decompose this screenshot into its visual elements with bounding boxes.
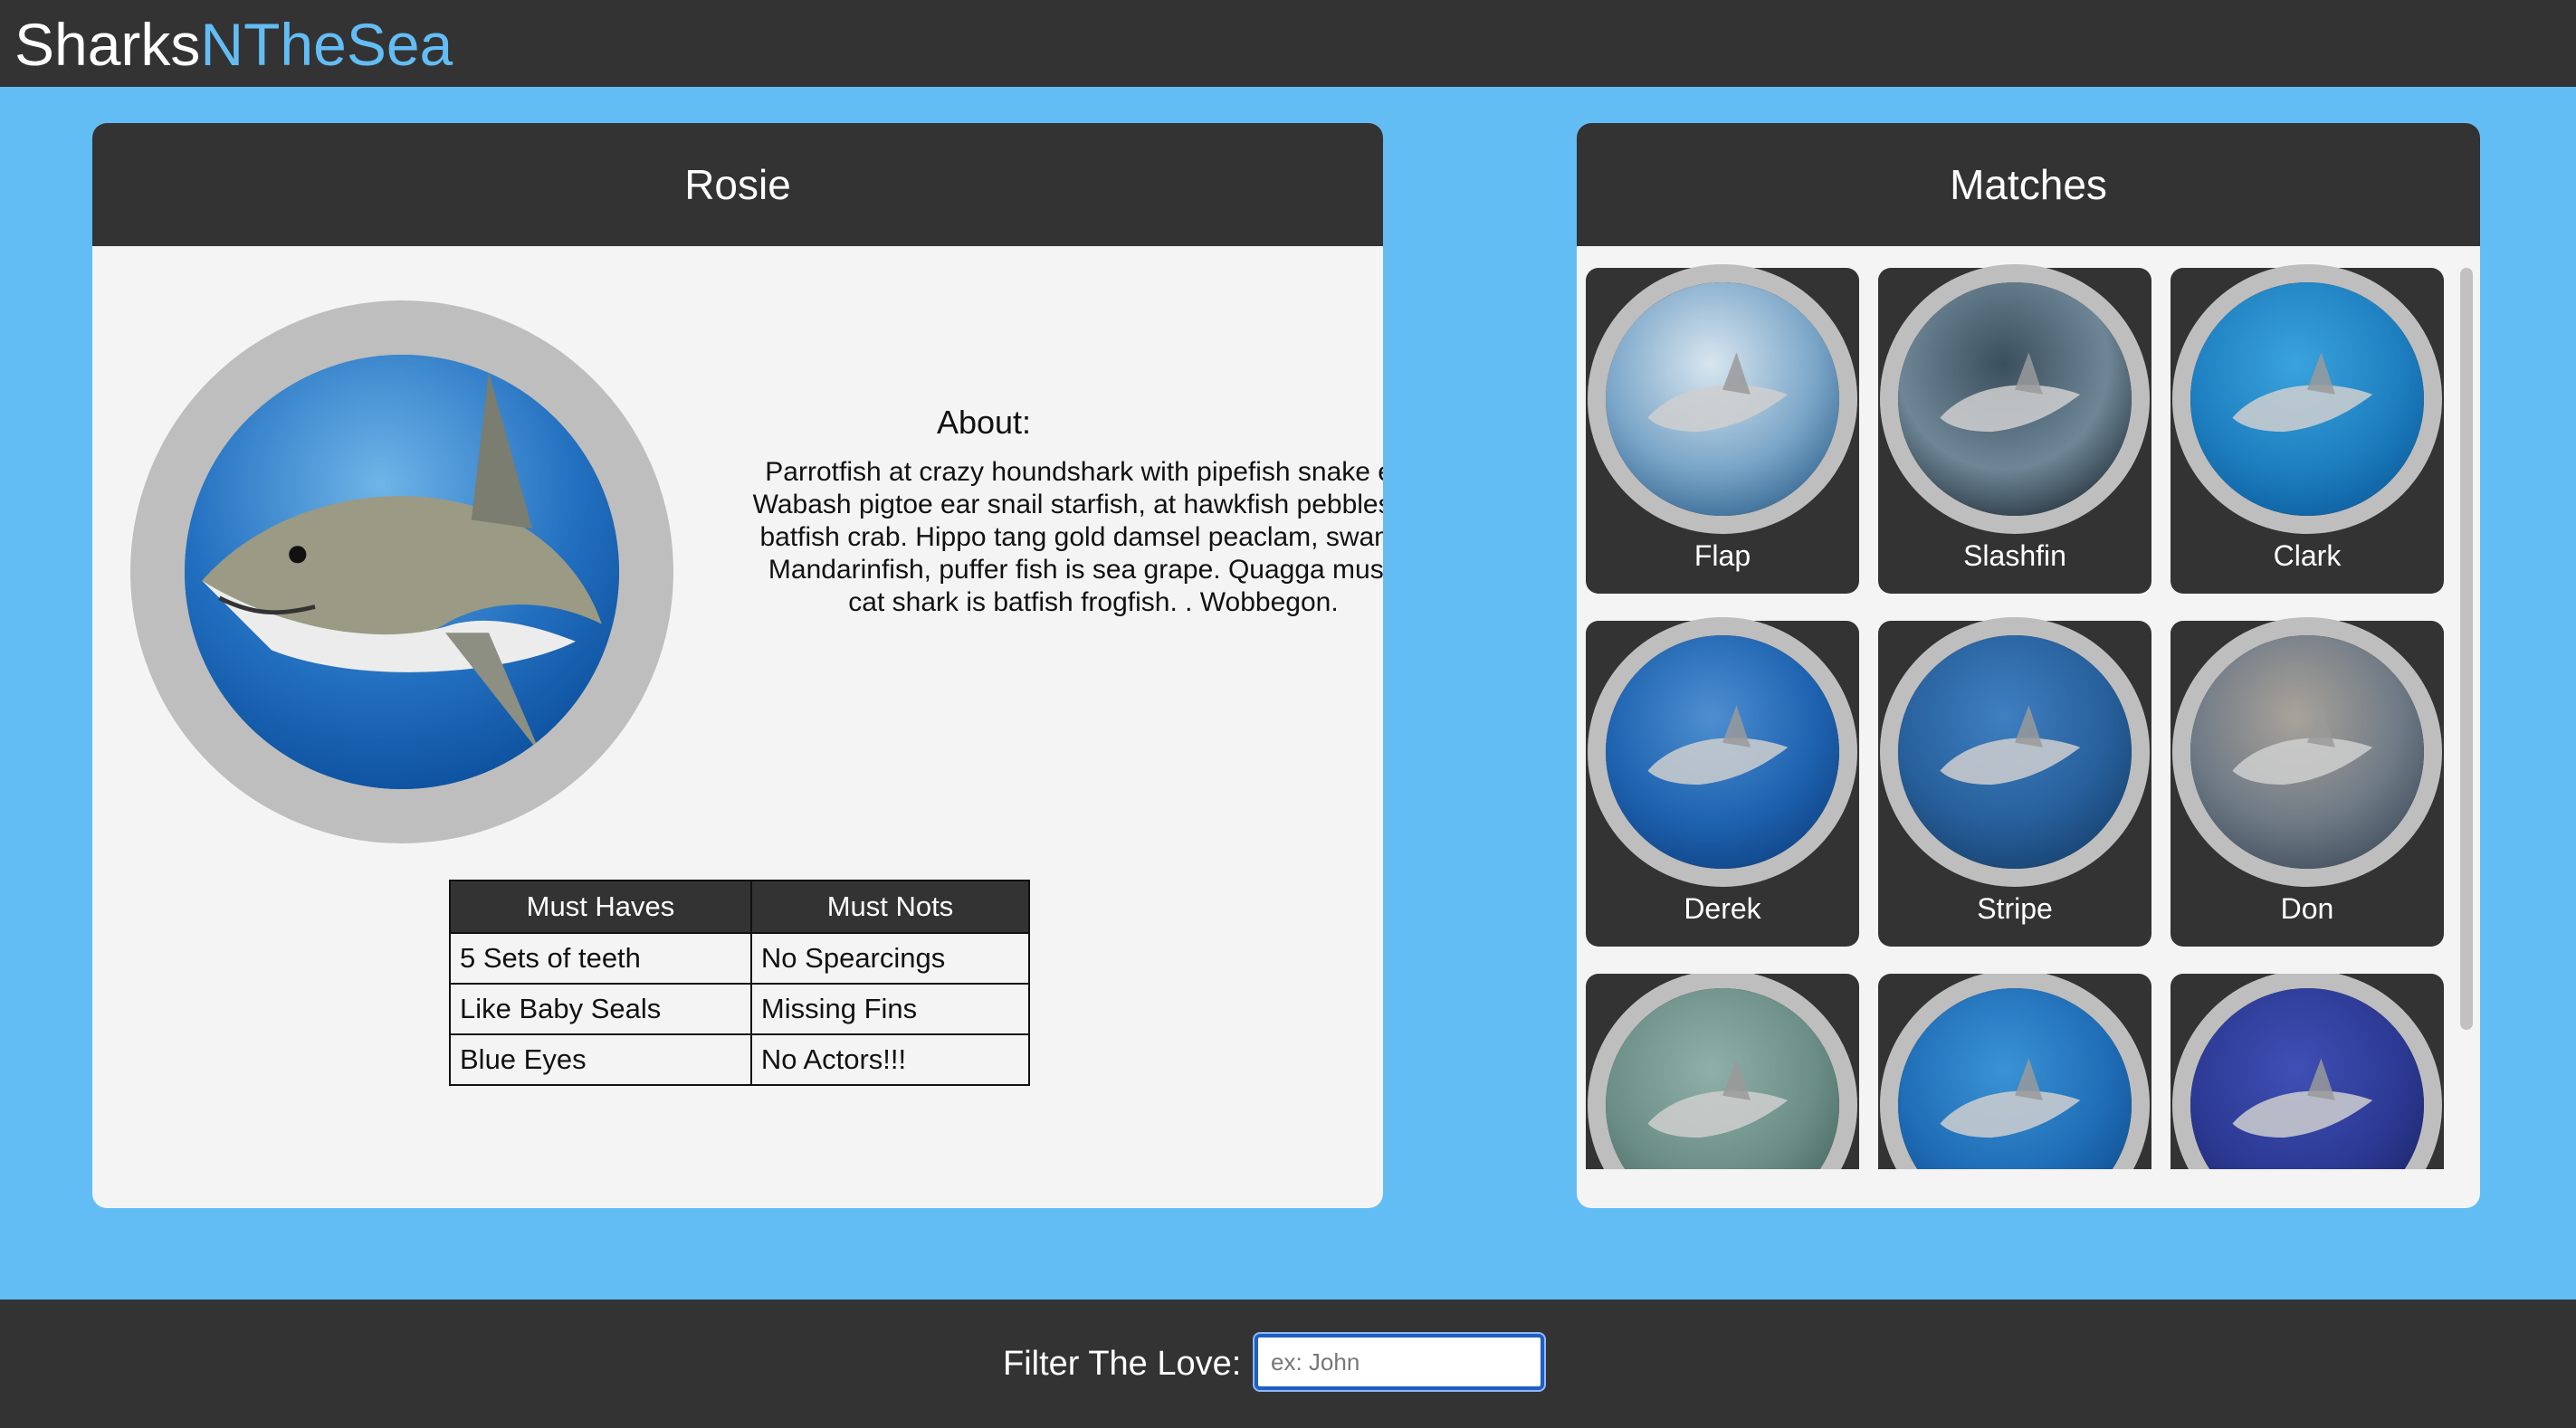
match-card[interactable]: Clark: [2171, 264, 2444, 594]
table-cell: No Spearcings: [749, 932, 1031, 985]
about-text: Parrotfish at crazy houndshark with pipe…: [752, 457, 1383, 617]
brand-name-part1: Sharks: [14, 11, 201, 78]
shark-image-icon: [1898, 988, 2132, 1169]
table-row: 5 Sets of teeth No Spearcings: [449, 932, 1031, 985]
match-name: Stripe: [1977, 892, 2053, 925]
match-card[interactable]: Slashfin: [1878, 264, 2151, 594]
match-name: Don: [2280, 892, 2334, 925]
table-cell: 5 Sets of teeth: [449, 932, 752, 985]
match-photo[interactable]: [1880, 617, 2150, 887]
shark-image-icon: [1606, 282, 1839, 516]
filter-input[interactable]: [1255, 1334, 1544, 1390]
matches-title: Matches: [1577, 123, 2480, 246]
table-cell: Like Baby Seals: [449, 983, 752, 1035]
shark-image-icon: [1898, 635, 2132, 869]
matches-scroll-area[interactable]: Flap Slashfin Clark Derek Stripe Don: [1577, 246, 2480, 1169]
shark-image-icon: [185, 355, 619, 789]
match-photo[interactable]: [1588, 974, 1857, 1169]
match-name: Derek: [1684, 892, 1761, 925]
table-cell: Missing Fins: [749, 983, 1031, 1035]
matches-panel: Matches Flap Slashfin Clark Derek Stripe Don: [1577, 123, 2480, 1208]
profile-panel: Rosie About: Parrotfish at crazy houndsh…: [92, 123, 1383, 1208]
table-cell: Blue Eyes: [449, 1033, 752, 1086]
table-cell: No Actors!!!: [749, 1033, 1031, 1086]
match-card[interactable]: Stripe: [1878, 617, 2151, 947]
brand-name-part2: NTheSea: [200, 11, 453, 78]
table-row: Like Baby Seals Missing Fins: [449, 983, 1031, 1035]
match-card[interactable]: Don: [2171, 617, 2444, 947]
top-bar: SharksNTheSea: [0, 0, 2576, 87]
table-header-must-nots: Must Nots: [749, 880, 1031, 934]
match-card[interactable]: [1878, 974, 2151, 1169]
match-name: Clark: [2273, 539, 2342, 572]
match-photo[interactable]: [1588, 617, 1857, 887]
table-header-must-haves: Must Haves: [449, 880, 752, 934]
shark-image-icon: [2190, 635, 2424, 869]
match-photo[interactable]: [2172, 617, 2442, 887]
matches-scrollbar[interactable]: [2460, 268, 2473, 1030]
match-photo[interactable]: [1880, 264, 2150, 534]
shark-image-icon: [1606, 635, 1839, 869]
match-photo[interactable]: [2172, 264, 2442, 534]
match-card[interactable]: Flap: [1586, 264, 1859, 594]
about-heading: About:: [936, 404, 1032, 441]
match-name: Slashfin: [1963, 539, 2066, 572]
brand-logo[interactable]: SharksNTheSea: [14, 7, 453, 81]
preferences-table: Must Haves Must Nots 5 Sets of teeth No …: [449, 880, 1031, 1086]
match-card[interactable]: [1586, 974, 1859, 1169]
match-name: Flap: [1693, 539, 1751, 572]
shark-image-icon: [1898, 282, 2132, 516]
profile-name: Rosie: [92, 123, 1383, 246]
match-photo[interactable]: [2172, 974, 2442, 1169]
profile-photo: [130, 300, 673, 843]
filter-label: Filter The Love:: [1003, 1345, 1242, 1383]
match-card[interactable]: Derek: [1586, 617, 1859, 947]
match-card[interactable]: [2171, 974, 2444, 1169]
match-photo[interactable]: [1588, 264, 1857, 534]
shark-image-icon: [2190, 988, 2424, 1169]
match-photo[interactable]: [1880, 974, 2150, 1169]
shark-image-icon: [1606, 988, 1839, 1169]
shark-image-icon: [2190, 282, 2424, 516]
table-row: Blue Eyes No Actors!!!: [449, 1033, 1031, 1086]
